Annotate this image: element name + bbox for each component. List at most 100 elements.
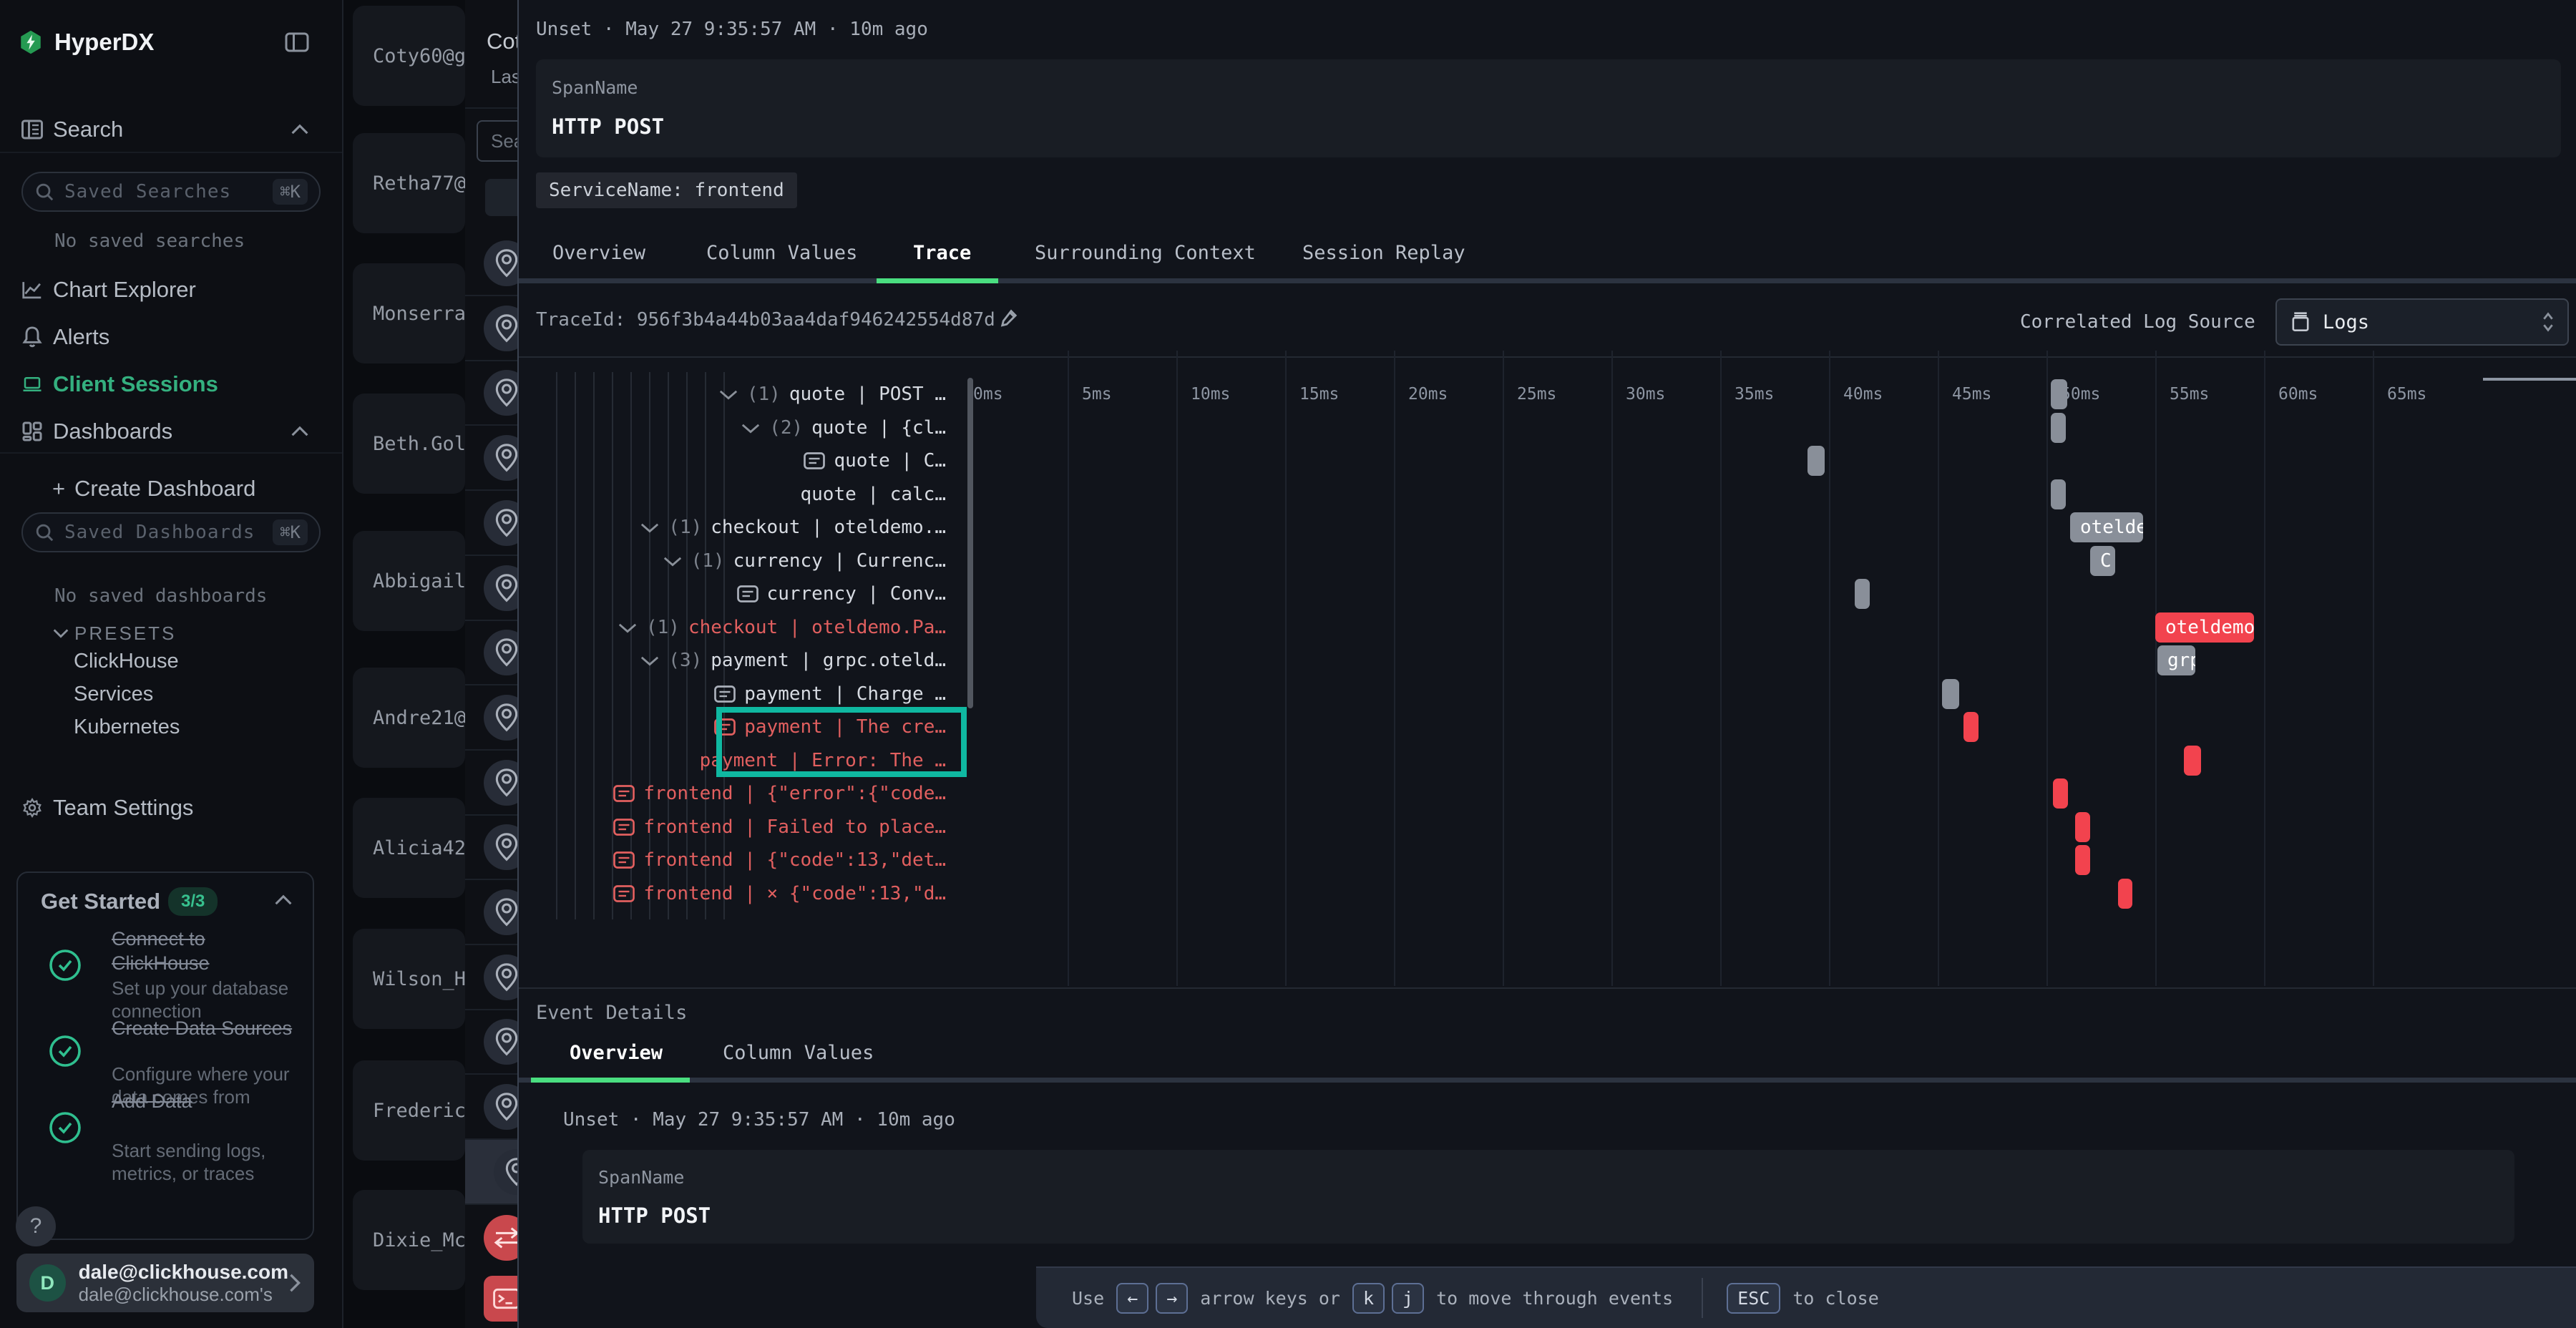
session-list-item[interactable]: Coty60@g: [353, 6, 465, 106]
tab-column-values[interactable]: Column Values: [723, 1042, 874, 1064]
log-doc-icon: [613, 885, 635, 902]
session-event-row[interactable]: [465, 1270, 517, 1328]
session-event-row[interactable]: [465, 361, 517, 426]
session-list-item[interactable]: Alicia42: [353, 798, 465, 898]
session-title: Cot: [487, 29, 517, 54]
session-action-button[interactable]: [485, 179, 517, 216]
timeline-gridline: [1285, 351, 1287, 986]
session-event-row[interactable]: [465, 491, 517, 556]
session-event-row[interactable]: [465, 880, 517, 945]
span-duration-bar[interactable]: [2051, 479, 2066, 509]
sidebar-item-dashboards[interactable]: Dashboards: [0, 411, 343, 452]
span-duration-bar[interactable]: grp: [2157, 645, 2195, 675]
sidebar-item-search[interactable]: Search: [0, 109, 343, 150]
presets-toggle[interactable]: PRESETS: [0, 612, 343, 654]
span-duration-bar[interactable]: [2184, 746, 2201, 776]
trace-span-row[interactable]: (1)quote | POST …: [718, 378, 946, 411]
trace-span-row[interactable]: frontend | ⨯ {"code":13,"d…: [613, 877, 946, 910]
hint-arrow-keys: arrow keys or: [1200, 1288, 1340, 1309]
span-child-count: (3): [668, 650, 702, 671]
preset-item-clickhouse[interactable]: ClickHouse: [74, 650, 179, 673]
session-event-row[interactable]: [465, 231, 517, 296]
span-duration-bar[interactable]: [2118, 879, 2132, 909]
help-button[interactable]: ?: [16, 1206, 56, 1246]
saved-dashboards-input[interactable]: Saved Dashboards ⌘K: [21, 512, 321, 552]
span-row-label: quote | calc…: [801, 484, 947, 505]
preset-item-services[interactable]: Services: [74, 683, 153, 706]
span-duration-bar[interactable]: [1807, 446, 1825, 476]
span-duration-bar[interactable]: [1855, 579, 1870, 609]
key-arrow-right: →: [1156, 1283, 1188, 1314]
trace-span-row[interactable]: (2)quote | {cl…: [741, 411, 946, 444]
span-row-label: quote | C…: [834, 450, 946, 472]
trace-span-row[interactable]: frontend | {"error":{"code…: [613, 777, 946, 810]
session-event-row[interactable]: [465, 751, 517, 816]
span-duration-bar[interactable]: [2075, 812, 2090, 842]
create-dashboard-button[interactable]: + Create Dashboard: [0, 468, 343, 509]
span-duration-bar[interactable]: [1963, 712, 1979, 742]
trace-span-row[interactable]: (1)checkout | oteldemo.Pa…: [618, 611, 946, 644]
collapse-sidebar-icon[interactable]: [285, 31, 309, 53]
session-event-row[interactable]: [465, 296, 517, 361]
span-duration-bar[interactable]: [2053, 778, 2068, 809]
trace-span-row[interactable]: payment | Charge …: [714, 678, 946, 711]
session-event-row[interactable]: [465, 1205, 517, 1270]
span-duration-bar[interactable]: [2051, 379, 2067, 409]
expand-caret-icon[interactable]: [718, 388, 738, 401]
session-list-item[interactable]: Wilson_H: [353, 929, 465, 1029]
sidebar-item-alerts[interactable]: Alerts: [0, 316, 343, 358]
span-duration-bar[interactable]: oteldemo.: [2070, 512, 2143, 542]
preset-item-kubernetes[interactable]: Kubernetes: [74, 716, 180, 739]
expand-caret-icon[interactable]: [741, 421, 761, 434]
tree-scrollbar[interactable]: [967, 378, 973, 708]
tree-indent-guide: [575, 372, 576, 919]
span-duration-bar[interactable]: C: [2090, 546, 2115, 576]
session-event-row[interactable]: [465, 815, 517, 880]
session-event-row-selected[interactable]: [465, 1140, 517, 1205]
trace-span-row[interactable]: quote | C…: [804, 444, 946, 477]
span-duration-bar[interactable]: [1942, 679, 1959, 709]
terminal-icon: [484, 1276, 517, 1322]
expand-caret-icon[interactable]: [640, 654, 660, 667]
session-event-row[interactable]: [465, 685, 517, 751]
session-list-item[interactable]: Retha77@: [353, 133, 465, 233]
expand-caret-icon[interactable]: [663, 555, 683, 567]
user-menu[interactable]: D dale@clickhouse.com dale@clickhouse.co…: [16, 1254, 314, 1312]
trace-span-row[interactable]: (1)checkout | oteldemo.…: [640, 511, 946, 544]
session-list-item[interactable]: Dixie_Mc: [353, 1190, 465, 1290]
session-list-item[interactable]: Monserra: [353, 263, 465, 363]
saved-searches-input[interactable]: Saved Searches ⌘K: [21, 172, 321, 212]
session-event-row[interactable]: [465, 426, 517, 491]
trace-span-row[interactable]: quote | calc…: [801, 478, 947, 511]
sidebar-item-client-sessions[interactable]: Client Sessions: [0, 363, 343, 405]
sidebar-item-chart-explorer[interactable]: Chart Explorer: [0, 269, 343, 311]
session-list-item[interactable]: Frederic: [353, 1060, 465, 1161]
span-row-label: payment | Charge …: [744, 683, 946, 705]
sidebar-item-team-settings[interactable]: Team Settings: [0, 787, 343, 829]
span-duration-bar[interactable]: [2051, 413, 2066, 443]
session-list-item[interactable]: Andre21@: [353, 668, 465, 768]
trace-span-row[interactable]: frontend | Failed to place…: [613, 811, 946, 844]
span-row-label: frontend | ⨯ {"code":13,"d…: [643, 883, 946, 904]
session-event-row[interactable]: [465, 1075, 517, 1140]
session-event-row[interactable]: [465, 556, 517, 621]
trace-span-row[interactable]: (1)currency | Currenc…: [663, 545, 946, 577]
timeline-gridline: [1394, 351, 1395, 986]
session-event-row[interactable]: [465, 620, 517, 685]
expand-caret-icon[interactable]: [640, 521, 660, 534]
key-arrow-left: ←: [1116, 1283, 1148, 1314]
trace-span-row[interactable]: (3)payment | grpc.oteld…: [640, 644, 946, 677]
span-duration-bar[interactable]: [2075, 845, 2090, 875]
event-details-meta: Unset · May 27 9:35:57 AM · 10m ago: [563, 1109, 955, 1131]
session-event-row[interactable]: [465, 1010, 517, 1075]
trace-span-row[interactable]: currency | Conv…: [737, 577, 946, 610]
session-event-row[interactable]: [465, 945, 517, 1010]
span-duration-bar[interactable]: oteldemo.: [2155, 612, 2254, 643]
trace-span-row[interactable]: frontend | {"code":13,"det…: [613, 844, 946, 877]
session-list-item[interactable]: Abbigail: [353, 531, 465, 631]
session-search-input[interactable]: Sea: [477, 120, 517, 162]
expand-caret-icon[interactable]: [618, 621, 638, 634]
session-list-item[interactable]: Beth.Gol: [353, 394, 465, 494]
chevron-up-icon[interactable]: [274, 894, 293, 906]
tab-overview[interactable]: Overview: [570, 1042, 663, 1064]
